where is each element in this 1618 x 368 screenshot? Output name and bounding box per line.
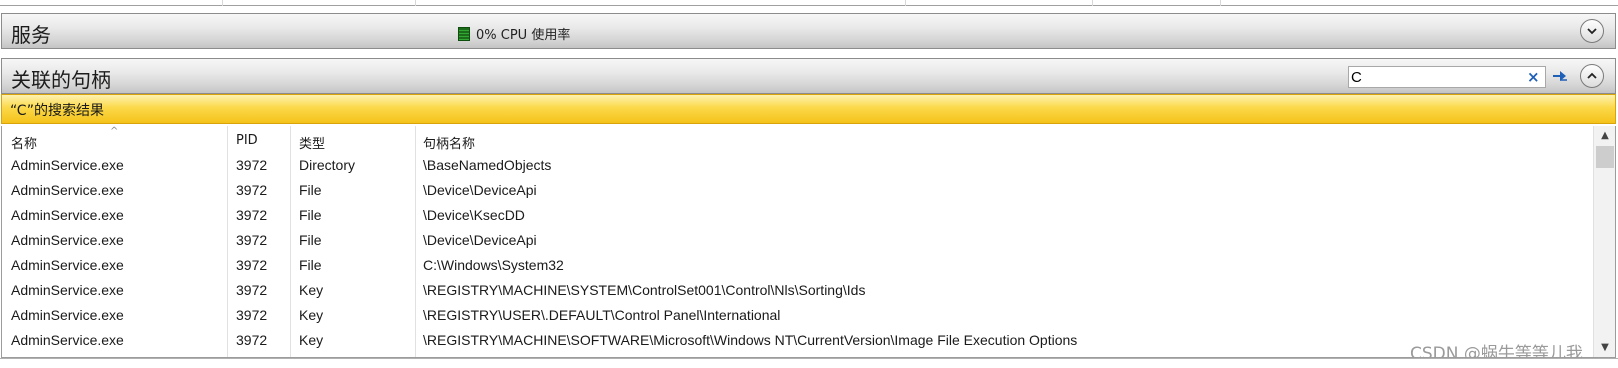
services-title: 服务 [11,23,51,47]
cell-type: Key [299,282,324,298]
search-results-text: “C”的搜索结果 [10,103,105,119]
cell-type: Key [299,332,324,348]
table-row[interactable]: AdminService.exe 3972 File \Device\Devic… [2,179,1592,204]
clear-search-icon[interactable]: × [1527,68,1540,86]
cell-handle-name: \REGISTRY\MACHINE\SOFTWARE\Microsoft\Win… [423,332,1078,348]
cell-name: AdminService.exe [11,157,124,173]
cell-pid: 3972 [236,232,268,248]
cell-handle-name: \REGISTRY\USER\.DEFAULT\Control Panel\In… [423,307,781,323]
collapse-handles-button[interactable] [1580,64,1604,88]
handles-header: 关联的句柄 × [1,58,1616,94]
cell-name: AdminService.exe [11,207,124,223]
table-row[interactable]: AdminService.exe 3972 File \Device\KsecD… [2,204,1592,229]
cell-name: AdminService.exe [11,182,124,198]
cell-type: Directory [299,157,356,173]
table-row[interactable]: AdminService.exe 3972 Key \REGISTRY\MACH… [2,329,1592,354]
column-header-type[interactable]: 类型 [299,133,325,152]
table-row[interactable]: AdminService.exe 3972 File C:\Windows\Sy… [2,254,1592,279]
cell-name: AdminService.exe [11,332,124,348]
cpu-usage-indicator: 0% CPU 使用率 [458,24,570,43]
cell-pid: 3972 [236,332,268,348]
expand-services-button[interactable] [1580,19,1604,43]
chevron-down-icon [1587,28,1597,35]
bottom-edge [0,358,1618,368]
refresh-search-icon [1553,71,1567,81]
cell-name: AdminService.exe [11,282,124,298]
handle-search-box[interactable]: × [1348,66,1546,88]
column-header-name[interactable]: 名称 [11,133,37,152]
cell-pid: 3972 [236,307,268,323]
table-row[interactable]: AdminService.exe 3972 Key \REGISTRY\MACH… [2,279,1592,304]
table-row[interactable]: AdminService.exe 3972 File \Device\Devic… [2,229,1592,254]
scroll-down-icon[interactable]: ▼ [1594,338,1615,356]
cell-type: File [299,257,322,273]
handles-title: 关联的句柄 [11,68,111,92]
cell-handle-name: \Device\DeviceApi [423,232,537,248]
cell-name: AdminService.exe [11,307,124,323]
cell-handle-name: C:\Windows\System32 [423,257,564,273]
cpu-meter-icon [458,26,470,41]
search-refresh-button[interactable] [1549,67,1571,87]
vertical-scrollbar[interactable]: ▲ ▼ [1593,126,1615,357]
cell-pid: 3972 [236,157,268,173]
handles-table: 名称 ^ PID 类型 句柄名称 AdminService.exe 3972 D… [1,126,1616,358]
cell-type: File [299,232,322,248]
cell-pid: 3972 [236,207,268,223]
cell-type: File [299,207,322,223]
search-results-banner: “C”的搜索结果 [1,94,1616,124]
previous-panel-edge [0,0,1618,6]
cell-handle-name: \BaseNamedObjects [423,157,552,173]
column-header-handle-name[interactable]: 句柄名称 [423,133,475,152]
column-header-pid[interactable]: PID [236,133,258,148]
cell-type: File [299,182,322,198]
table-header: 名称 ^ PID 类型 句柄名称 [2,126,1592,156]
cell-type: Key [299,307,324,323]
scroll-thumb[interactable] [1596,146,1614,168]
chevron-up-icon [1587,72,1597,79]
cell-name: AdminService.exe [11,257,124,273]
cell-handle-name: \REGISTRY\MACHINE\SYSTEM\ControlSet001\C… [423,282,866,298]
cell-pid: 3972 [236,257,268,273]
cell-handle-name: \Device\KsecDD [423,207,525,223]
table-row[interactable]: AdminService.exe 3972 Key \REGISTRY\USER… [2,304,1592,329]
cell-name: AdminService.exe [11,232,124,248]
handle-search-input[interactable] [1351,68,1521,86]
scroll-up-icon[interactable]: ▲ [1594,126,1615,144]
cell-pid: 3972 [236,182,268,198]
services-header[interactable]: 服务 0% CPU 使用率 [1,13,1616,49]
cell-handle-name: \Device\DeviceApi [423,182,537,198]
sort-ascending-icon: ^ [110,126,119,137]
table-row[interactable]: AdminService.exe 3972 Directory \BaseNam… [2,154,1592,179]
cpu-usage-label: 0% CPU 使用率 [476,28,571,43]
cell-pid: 3972 [236,282,268,298]
